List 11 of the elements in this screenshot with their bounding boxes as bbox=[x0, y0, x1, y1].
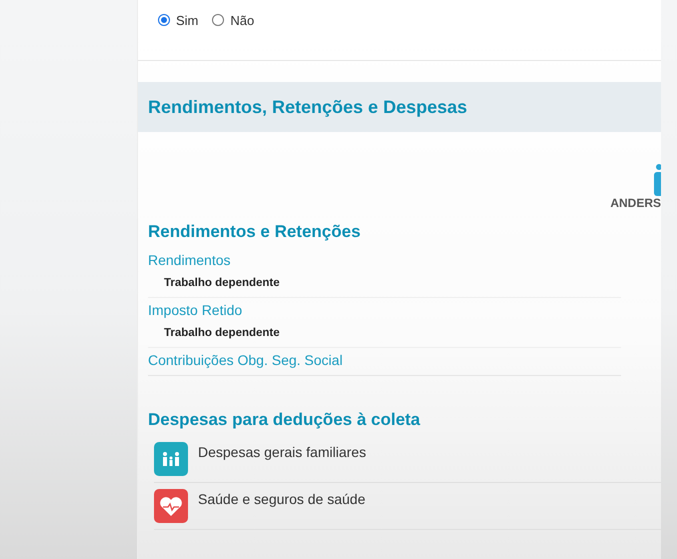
category-link[interactable]: Despesas gerais familiares bbox=[198, 442, 366, 460]
radio-option[interactable]: Sim bbox=[158, 10, 198, 30]
category-link[interactable]: Saúde e seguros de saúde bbox=[198, 489, 366, 507]
section-title: Rendimentos, Retenções e Despesas bbox=[148, 96, 468, 118]
list-item[interactable]: Trabalho dependente bbox=[148, 271, 621, 298]
radio-option[interactable]: Não bbox=[212, 10, 254, 30]
person-icon bbox=[653, 164, 661, 196]
subsection-title: Despesas para deduções à coleta bbox=[148, 410, 422, 430]
subsection-title: Rendimentos e Retenções bbox=[148, 222, 362, 242]
list-item[interactable]: Trabalho dependente bbox=[148, 321, 621, 348]
user-name: ANDERS bbox=[610, 196, 661, 210]
